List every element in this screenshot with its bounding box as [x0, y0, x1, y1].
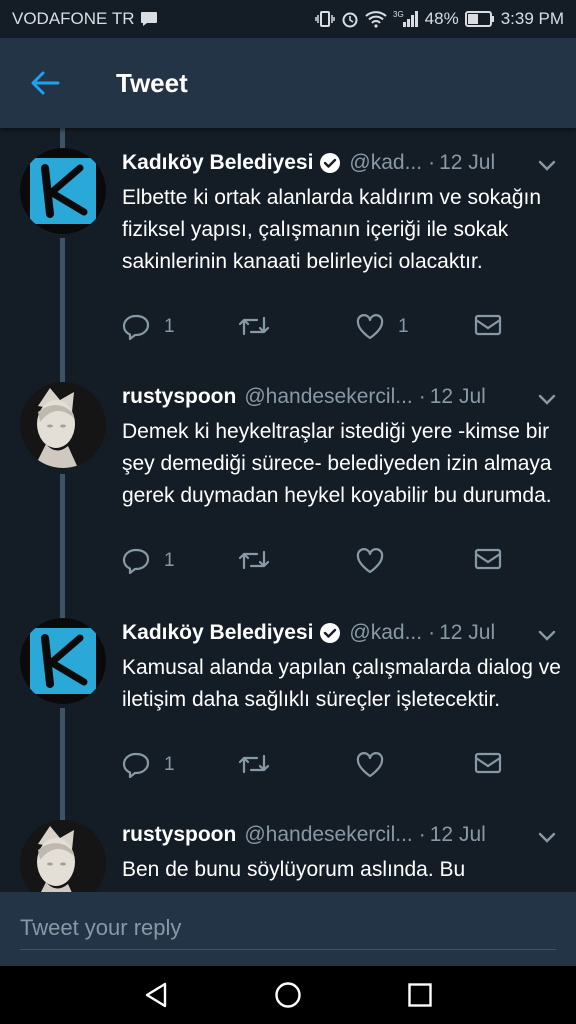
verified-badge-icon [319, 622, 341, 644]
reply-icon [122, 548, 150, 574]
tweet-header: Kadıköy Belediyesi @kad... · 12 Jul [122, 148, 562, 178]
thread-connector [60, 128, 65, 150]
like-button[interactable] [356, 548, 384, 574]
author-handle: @handesekercil... [244, 385, 413, 408]
like-count: 1 [398, 316, 409, 337]
tweet-header: rustyspoon @handesekercil... · 12 Jul [122, 820, 562, 850]
author-handle: @kad... [349, 621, 423, 644]
reply-button[interactable]: 1 [122, 752, 175, 778]
nav-recents-button[interactable] [390, 966, 450, 1024]
tweet-date: 12 Jul [429, 385, 486, 408]
battery-percent: 48% [424, 9, 459, 28]
circle-home-icon [275, 982, 301, 1008]
reply-count: 1 [164, 754, 175, 775]
tweet-text: Elbette ki ortak alanlarda kaldırım ve s… [122, 186, 542, 273]
direct-message-button[interactable] [474, 314, 502, 336]
retweet-button[interactable] [238, 752, 270, 776]
reply-button[interactable]: 1 [122, 314, 175, 340]
arrow-left-icon [31, 71, 60, 95]
alarm-icon [341, 10, 359, 28]
reply-count: 1 [164, 550, 175, 571]
tweet-actions: 1 [122, 548, 522, 582]
envelope-icon [474, 752, 502, 774]
tweet-actions: 1 1 [122, 314, 522, 348]
app-header: Tweet [0, 38, 576, 128]
status-bar: VODAFONE TR 3G 48% 3:39 PM [0, 0, 576, 38]
kadikoy-logo-icon [30, 158, 96, 224]
tweet-header: rustyspoon @handesekercil... · 12 Jul [122, 382, 562, 412]
vibrate-icon [314, 10, 335, 28]
reply-button[interactable]: 1 [122, 548, 175, 574]
direct-message-button[interactable] [474, 548, 502, 570]
statue-avatar-icon [20, 382, 106, 468]
tweet-text: Ben de bunu söylüyorum aslında. Bu sokam… [122, 858, 466, 892]
reply-count: 1 [164, 316, 175, 337]
svg-text:3G: 3G [393, 10, 404, 19]
author-handle: @handesekercil... [244, 823, 413, 846]
tweet[interactable]: Kadıköy Belediyesi @kad... · 12 Jul Elbe… [0, 148, 576, 378]
chevron-down-icon[interactable] [538, 160, 556, 172]
avatar[interactable] [20, 820, 106, 892]
retweet-button[interactable] [238, 548, 270, 572]
tweet[interactable]: rustyspoon @handesekercil... · 12 Jul Be… [0, 820, 576, 892]
tweet-header: Kadıköy Belediyesi @kad... · 12 Jul [122, 618, 562, 648]
chevron-down-icon[interactable] [538, 832, 556, 844]
retweet-icon [238, 550, 270, 570]
wifi-icon [364, 10, 387, 28]
heart-icon [356, 752, 384, 778]
heart-icon [356, 314, 384, 340]
tweet-text: Demek ki heykeltraşlar istediği yere -ki… [122, 420, 552, 507]
avatar[interactable] [20, 382, 106, 468]
triangle-back-icon [145, 982, 167, 1008]
reply-icon [122, 752, 150, 778]
nav-home-button[interactable] [258, 966, 318, 1024]
envelope-icon [474, 548, 502, 570]
heart-icon [356, 548, 384, 574]
square-recents-icon [408, 983, 432, 1007]
reply-icon [122, 314, 150, 340]
tweet-text: Kamusal alanda yapılan çalışmalarda dial… [122, 656, 561, 711]
retweet-button[interactable] [238, 314, 270, 338]
avatar[interactable] [20, 148, 106, 234]
message-notification-icon [140, 11, 158, 27]
back-button[interactable] [0, 38, 90, 128]
tweet-date: 12 Jul [429, 823, 486, 846]
tweet[interactable]: rustyspoon @handesekercil... · 12 Jul De… [0, 382, 576, 612]
tweet-date: 12 Jul [439, 151, 496, 174]
nav-back-button[interactable] [126, 966, 186, 1024]
separator-dot: · [418, 823, 426, 846]
verified-badge-icon [319, 152, 341, 174]
separator-dot: · [418, 385, 426, 408]
tweet-date: 12 Jul [439, 621, 496, 644]
clock: 3:39 PM [500, 9, 564, 28]
chevron-down-icon[interactable] [538, 394, 556, 406]
author-name[interactable]: Kadıköy Belediyesi [122, 151, 313, 175]
battery-icon [464, 11, 495, 27]
author-name[interactable]: rustyspoon [122, 823, 236, 847]
reply-bar [0, 892, 576, 966]
retweet-icon [238, 316, 270, 336]
carrier-label: VODAFONE TR [12, 9, 135, 28]
kadikoy-logo-icon [30, 628, 96, 694]
author-name[interactable]: rustyspoon [122, 385, 236, 409]
direct-message-button[interactable] [474, 752, 502, 774]
envelope-icon [474, 314, 502, 336]
separator-dot: · [428, 621, 436, 644]
retweet-icon [238, 754, 270, 774]
author-name[interactable]: Kadıköy Belediyesi [122, 621, 313, 645]
author-handle: @kad... [349, 151, 423, 174]
tweet-thread: Kadıköy Belediyesi @kad... · 12 Jul Elbe… [0, 128, 576, 892]
statue-avatar-icon [20, 820, 106, 892]
chevron-down-icon[interactable] [538, 630, 556, 642]
tweet-actions: 1 [122, 752, 522, 786]
tweet[interactable]: Kadıköy Belediyesi @kad... · 12 Jul Kamu… [0, 618, 576, 818]
like-button[interactable]: 1 [356, 314, 409, 340]
page-title: Tweet [116, 67, 188, 98]
system-nav-bar [0, 966, 576, 1024]
avatar[interactable] [20, 618, 106, 704]
separator-dot: · [428, 151, 436, 174]
signal-icon: 3G [393, 10, 419, 28]
reply-input[interactable] [20, 906, 556, 950]
like-button[interactable] [356, 752, 384, 778]
